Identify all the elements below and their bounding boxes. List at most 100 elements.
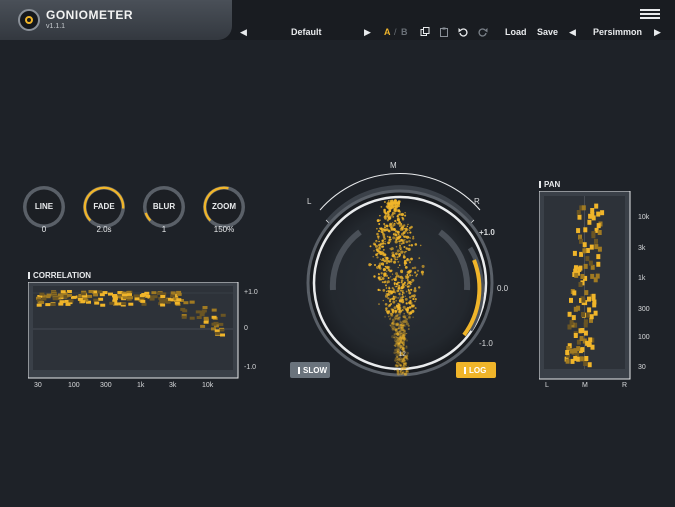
scope-particle (404, 308, 408, 311)
scope-particle (396, 249, 400, 253)
scope-particle (393, 316, 397, 320)
scope-particle (382, 299, 384, 302)
ab-a-button[interactable]: A (384, 27, 391, 37)
correlation-display (28, 282, 239, 379)
scope-particle (389, 247, 392, 250)
pan-cell (581, 297, 586, 303)
ab-b-button[interactable]: B (401, 27, 408, 37)
correlation-cell (160, 295, 166, 298)
pan-cell (582, 242, 587, 248)
scope-particle (395, 282, 399, 286)
scope-particle (397, 200, 401, 204)
pan-cell (565, 350, 570, 355)
paste-icon[interactable] (439, 27, 449, 37)
menu-icon[interactable] (640, 9, 660, 21)
correlation-x-label: 300 (100, 382, 112, 389)
correlation-cell (220, 313, 226, 317)
correlation-cell (170, 291, 176, 295)
correlation-cell (93, 298, 99, 302)
knob-2[interactable]: BLUR (142, 185, 186, 229)
correlation-cell (140, 299, 146, 303)
scope-particle (405, 247, 408, 250)
pan-cell (580, 347, 585, 353)
pan-cell (579, 356, 584, 362)
scope-particle (402, 229, 404, 231)
scope-particle (403, 319, 406, 322)
scope-particle (380, 230, 384, 234)
scope-particle (395, 235, 398, 237)
scope-particle (399, 340, 403, 344)
redo-icon[interactable] (477, 27, 488, 38)
correlation-cell (122, 296, 128, 300)
scope-particle (421, 273, 424, 276)
scope-particle (410, 225, 413, 229)
scope-particle (390, 302, 393, 306)
scope-particle (399, 312, 402, 315)
scope-particle (386, 215, 389, 218)
scope-particle (392, 300, 396, 304)
scope-particle (390, 312, 392, 315)
scope-particle (393, 323, 396, 326)
undo-icon[interactable] (458, 27, 469, 38)
scope-particle (403, 228, 405, 230)
scope-particle (391, 279, 393, 281)
save-button[interactable]: Save (537, 27, 558, 37)
scope-particle (405, 363, 407, 365)
scope-particle (402, 254, 406, 257)
knob-value: 1 (161, 225, 167, 234)
pan-cell (596, 223, 601, 229)
scope-particle (408, 295, 412, 299)
pan-cell (594, 203, 599, 209)
correlation-cell (94, 301, 100, 305)
correlation-cell (163, 298, 168, 302)
load-button[interactable]: Load (505, 27, 527, 37)
scope-particle (400, 279, 404, 282)
preset-name[interactable]: Default (291, 27, 322, 37)
scope-particle (407, 223, 409, 226)
pan-cell (583, 263, 588, 269)
scope-particle (400, 250, 404, 254)
pan-cell (595, 273, 600, 279)
pan-cell (592, 302, 597, 308)
scope-particle (381, 251, 385, 255)
scope-particle (389, 223, 392, 226)
scope-particle (403, 361, 405, 363)
scope-particle (401, 218, 405, 221)
scope-particle (391, 199, 393, 202)
knob-label: FADE (93, 202, 115, 211)
copy-icon[interactable] (420, 27, 430, 37)
scope-particle (400, 358, 402, 361)
correlation-cell (202, 306, 208, 309)
correlation-title: CORRELATION (28, 271, 91, 280)
slow-button[interactable]: SLOW (290, 362, 330, 378)
preset-prev-icon[interactable]: ◀ (240, 27, 247, 38)
scope-particle (403, 246, 406, 248)
scope-particle (380, 243, 383, 245)
correlation-cell (67, 293, 72, 297)
correlation-cell (112, 295, 118, 299)
scope-particle (399, 346, 402, 349)
scope-particle (399, 289, 403, 292)
scope-particle (373, 243, 377, 246)
knob-0[interactable]: LINE (22, 185, 66, 229)
correlation-cell (41, 297, 47, 301)
scope-particle (387, 218, 389, 220)
log-button[interactable]: LOG (456, 362, 496, 378)
scope-particle (389, 298, 392, 301)
scope-particle (399, 248, 402, 251)
theme-name[interactable]: Persimmon (593, 27, 642, 37)
scope-particle (412, 235, 415, 238)
knob-1[interactable]: FADE (82, 185, 126, 229)
scope-particle (397, 316, 400, 320)
scope-particle (395, 245, 398, 248)
scope-particle (373, 275, 376, 278)
correlation-cell (121, 302, 127, 306)
theme-next-icon[interactable]: ▶ (654, 27, 661, 38)
theme-prev-icon[interactable]: ◀ (569, 27, 576, 38)
scope-particle (369, 245, 372, 248)
correlation-cell (176, 292, 182, 296)
pan-cell (590, 344, 595, 350)
preset-next-icon[interactable]: ▶ (364, 27, 371, 38)
knob-3[interactable]: ZOOM (202, 185, 246, 229)
correlation-cell (39, 301, 45, 304)
